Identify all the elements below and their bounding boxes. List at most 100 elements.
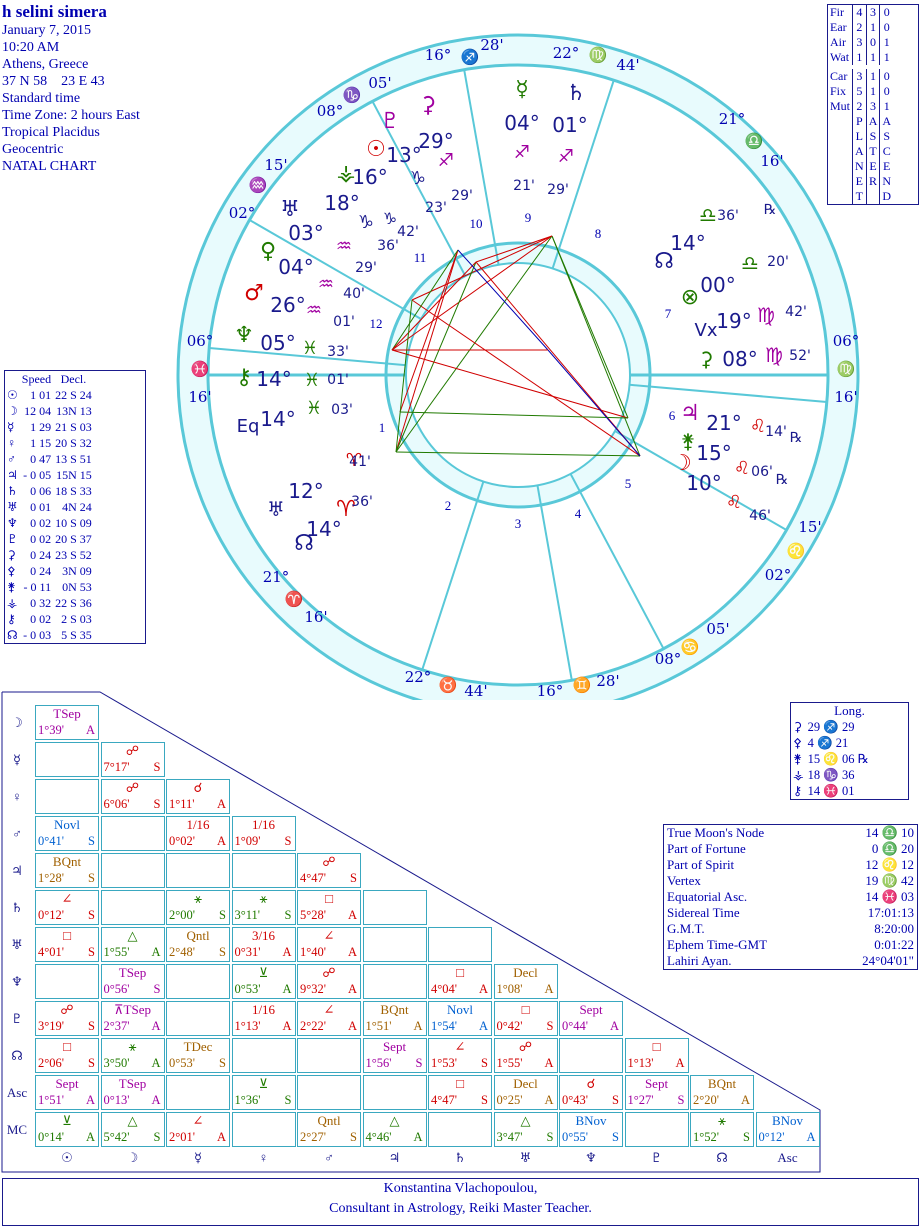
planet-glyph: ♐ — [438, 150, 454, 171]
aspect-grid-cell: 1/16 1°13' A — [231, 1001, 296, 1036]
decl-value: 10 S 09 — [55, 516, 92, 530]
planet-glyph: ⚵ — [681, 429, 696, 453]
cusp-label: 21° — [263, 568, 290, 586]
elements-vertical-label: C — [879, 144, 894, 159]
elements-cell: 1 — [865, 50, 880, 67]
planet-glyph: 14' — [765, 424, 787, 440]
planet-glyph: 14° — [260, 407, 295, 431]
cusp-label: 08° — [317, 102, 344, 120]
aspect-symbol: ☌ — [586, 1076, 596, 1091]
aspect-state: S — [88, 1019, 95, 1033]
aspect-state: S — [350, 871, 357, 885]
aspect-state: S — [612, 1130, 619, 1144]
elements-cell: Fir — [830, 5, 845, 19]
planet-glyph: 16° — [352, 165, 387, 189]
aspect-state: A — [151, 1056, 161, 1070]
chart-date: January 7, 2015 — [2, 23, 92, 38]
aspect-orb: 0°13' — [103, 1093, 130, 1107]
cusp-label: 06° — [187, 332, 214, 350]
planet-glyph: 33' — [327, 344, 349, 360]
aspect-grid-cell: BNov 0°12' A — [755, 1112, 820, 1147]
aspect-grid-cell: TSep 1°39' A — [35, 705, 99, 740]
aspect-symbol: □ — [456, 965, 464, 980]
speed-glyph: ⚷ — [7, 612, 16, 626]
footer-title: Consultant in Astrology, Reiki Master Te… — [329, 1201, 592, 1216]
aspect-symbol: ☍ — [125, 743, 140, 758]
aspect-state: S — [88, 871, 95, 885]
point-label: Lahiri Ayan. — [667, 953, 732, 968]
grid-col-label: Asc — [777, 1150, 798, 1165]
point-label: Part of Fortune — [667, 841, 746, 856]
speed-glyph: ♆ — [7, 516, 18, 530]
point-label: Sidereal Time — [667, 905, 740, 920]
elements-cell: 2 — [852, 99, 867, 114]
cusp-label: ♈ — [285, 590, 304, 608]
aspect-grid-cell: Decl 0°25' A — [493, 1075, 558, 1110]
aspect-symbol: TDec — [183, 1039, 213, 1054]
aspect-orb: 1°11' — [169, 797, 195, 811]
planet-glyph: ♑ — [358, 212, 374, 233]
aspect-grid-cell: Qntl 2°27' S — [297, 1112, 361, 1147]
aspect-grid-cell — [362, 890, 427, 925]
aspect-state: A — [282, 982, 292, 996]
elements-vertical-label: E — [879, 159, 894, 174]
aspect-symbol: □ — [521, 1002, 530, 1017]
aspect-orb: 2°00' — [169, 908, 196, 922]
aspect-grid-cell: Decl 1°08' A — [493, 964, 558, 999]
aspect-symbol: 1/16 — [251, 817, 276, 832]
speed-value: 0 02 — [30, 532, 52, 546]
aspect-state: S — [219, 908, 226, 922]
aspect-state: A — [544, 982, 554, 996]
planet-glyph: ⚳ — [699, 347, 714, 371]
aspect-grid-cell — [166, 853, 230, 888]
aspect-orb: 1°53' — [431, 1056, 458, 1070]
aspect-orb: 0°12' — [38, 908, 65, 922]
planet-glyph: 15° — [696, 441, 731, 465]
aspect-orb: 4°01' — [38, 945, 65, 959]
aspect-state: A — [151, 1019, 161, 1033]
cusp-label: 16' — [304, 608, 327, 626]
planet-glyph: Vx — [695, 320, 718, 341]
speed-value: 0 24 — [30, 548, 52, 562]
aspect-orb: 1°39' — [38, 723, 65, 737]
decl-value: 13N 13 — [56, 404, 92, 418]
planet-glyph: 12° — [288, 479, 323, 503]
planet-glyph: ℞ — [776, 472, 789, 488]
point-label: Ephem Time-GMT — [667, 937, 768, 952]
planet-glyph: ⚳ — [420, 93, 436, 118]
planet-glyph: ☉ — [366, 137, 386, 162]
aspect-grid-cell — [166, 1001, 230, 1036]
cusp-label: ♓ — [191, 360, 210, 378]
aspect-grid-cell: Sept 1°27' S — [624, 1075, 689, 1110]
aspect-grid-cell: TDec 0°53' S — [166, 1038, 230, 1073]
aspect-state: S — [219, 945, 226, 959]
aspect-grid-cell: Sept 1°51' A — [35, 1075, 99, 1110]
aspect-orb: 2°20' — [693, 1093, 720, 1107]
aspect-state: A — [544, 1056, 554, 1070]
chart-coords: 37 N 58 23 E 43 — [2, 74, 105, 89]
planet-glyph: 23' — [425, 200, 447, 216]
aspect-grid-cell — [559, 1038, 623, 1073]
planet-glyph: ♌ — [726, 492, 742, 513]
aspect-symbol: ⚹ — [259, 891, 268, 906]
chart-system: Tropical Placidus — [2, 125, 100, 140]
aspect-orb: 1°13' — [627, 1056, 654, 1070]
aspect-symbol: Decl — [513, 965, 538, 980]
planet-glyph: 13° — [386, 143, 421, 167]
chart-std: Standard time — [2, 91, 81, 106]
aspect-orb: 4°47' — [431, 1093, 458, 1107]
planet-glyph: 36' — [717, 208, 739, 224]
point-label: G.M.T. — [667, 921, 705, 936]
aspect-orb: 5°28' — [300, 908, 327, 922]
aspect-grid-cell: Qntl 2°48' S — [166, 927, 230, 962]
planet-glyph: 04° — [278, 255, 313, 279]
aspect-symbol: Sept — [382, 1039, 407, 1054]
aspect-symbol: Novl — [447, 1002, 473, 1017]
aspect-symbol: △ — [127, 1113, 138, 1128]
speed-glyph: ♃ — [7, 468, 18, 482]
aspect-state: A — [151, 945, 161, 959]
aspect-state: A — [478, 982, 488, 996]
chart-name: h selini simera — [2, 2, 107, 21]
grid-row-label: ♇ — [11, 1011, 23, 1026]
aspect-state: A — [216, 797, 226, 811]
